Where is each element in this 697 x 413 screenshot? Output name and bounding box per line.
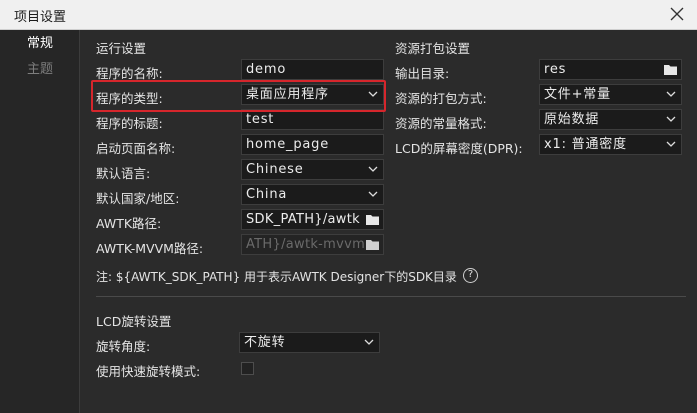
run-settings-title: 运行设置: [96, 41, 147, 56]
const-format-label: 资源的常量格式:: [395, 116, 487, 131]
app-title-input[interactable]: test: [241, 109, 384, 130]
output-dir-label: 输出目录:: [395, 66, 450, 81]
rotate-angle-select[interactable]: 不旋转: [239, 332, 380, 353]
const-format-select[interactable]: 原始数据: [539, 109, 682, 130]
mvvm-path-label: AWTK-MVVM路径:: [96, 241, 204, 256]
fast-rotate-checkbox[interactable]: [241, 362, 254, 375]
sidebar-item-theme[interactable]: 主题: [0, 58, 80, 82]
res-settings-title: 资源打包设置: [395, 41, 471, 56]
output-dir-input[interactable]: res: [539, 59, 682, 80]
window-titlebar: 项目设置: [0, 0, 697, 30]
chevron-down-icon: [364, 339, 374, 345]
folder-icon[interactable]: [663, 63, 678, 76]
pack-mode-label: 资源的打包方式:: [395, 91, 487, 106]
sdk-path-note: 注: ${AWTK_SDK_PATH} 用于表示AWTK Designer下的S…: [96, 270, 457, 284]
country-select[interactable]: China: [241, 184, 384, 205]
awtk-path-label: AWTK路径:: [96, 216, 162, 231]
chevron-down-icon: [666, 116, 676, 122]
chevron-down-icon: [666, 91, 676, 97]
folder-icon[interactable]: [365, 238, 380, 251]
folder-icon[interactable]: [365, 213, 380, 226]
app-title-label: 程序的标题:: [96, 116, 163, 131]
sidebar-item-general[interactable]: 常规: [0, 32, 80, 56]
fast-rotate-label: 使用快速旋转模式:: [96, 364, 201, 379]
window-title: 项目设置: [14, 10, 67, 25]
language-label: 默认语言:: [96, 166, 151, 181]
pack-mode-select[interactable]: 文件+常量: [539, 84, 682, 105]
close-icon[interactable]: [668, 5, 686, 23]
lcd-settings-title: LCD旋转设置: [96, 314, 172, 329]
dpr-select[interactable]: x1: 普通密度: [539, 134, 682, 155]
app-name-input[interactable]: demo: [241, 59, 384, 80]
chevron-down-icon: [368, 191, 378, 197]
language-select[interactable]: Chinese: [241, 159, 384, 180]
chevron-down-icon: [368, 166, 378, 172]
rotate-angle-label: 旋转角度:: [96, 339, 151, 354]
start-page-input[interactable]: home_page: [241, 134, 384, 155]
dpr-label: LCD的屏幕密度(DPR):: [395, 141, 523, 156]
section-divider: [96, 296, 686, 297]
app-type-highlight: [91, 80, 386, 112]
awtk-path-input[interactable]: SDK_PATH}/awtk: [241, 209, 384, 230]
start-page-label: 启动页面名称:: [96, 141, 176, 156]
chevron-down-icon: [666, 141, 676, 147]
settings-sidebar: 常规 主题: [0, 30, 80, 413]
mvvm-path-input[interactable]: ATH}/awtk-mvvm: [241, 234, 384, 255]
help-icon[interactable]: ?: [463, 268, 478, 283]
country-label: 默认国家/地区:: [96, 191, 180, 206]
